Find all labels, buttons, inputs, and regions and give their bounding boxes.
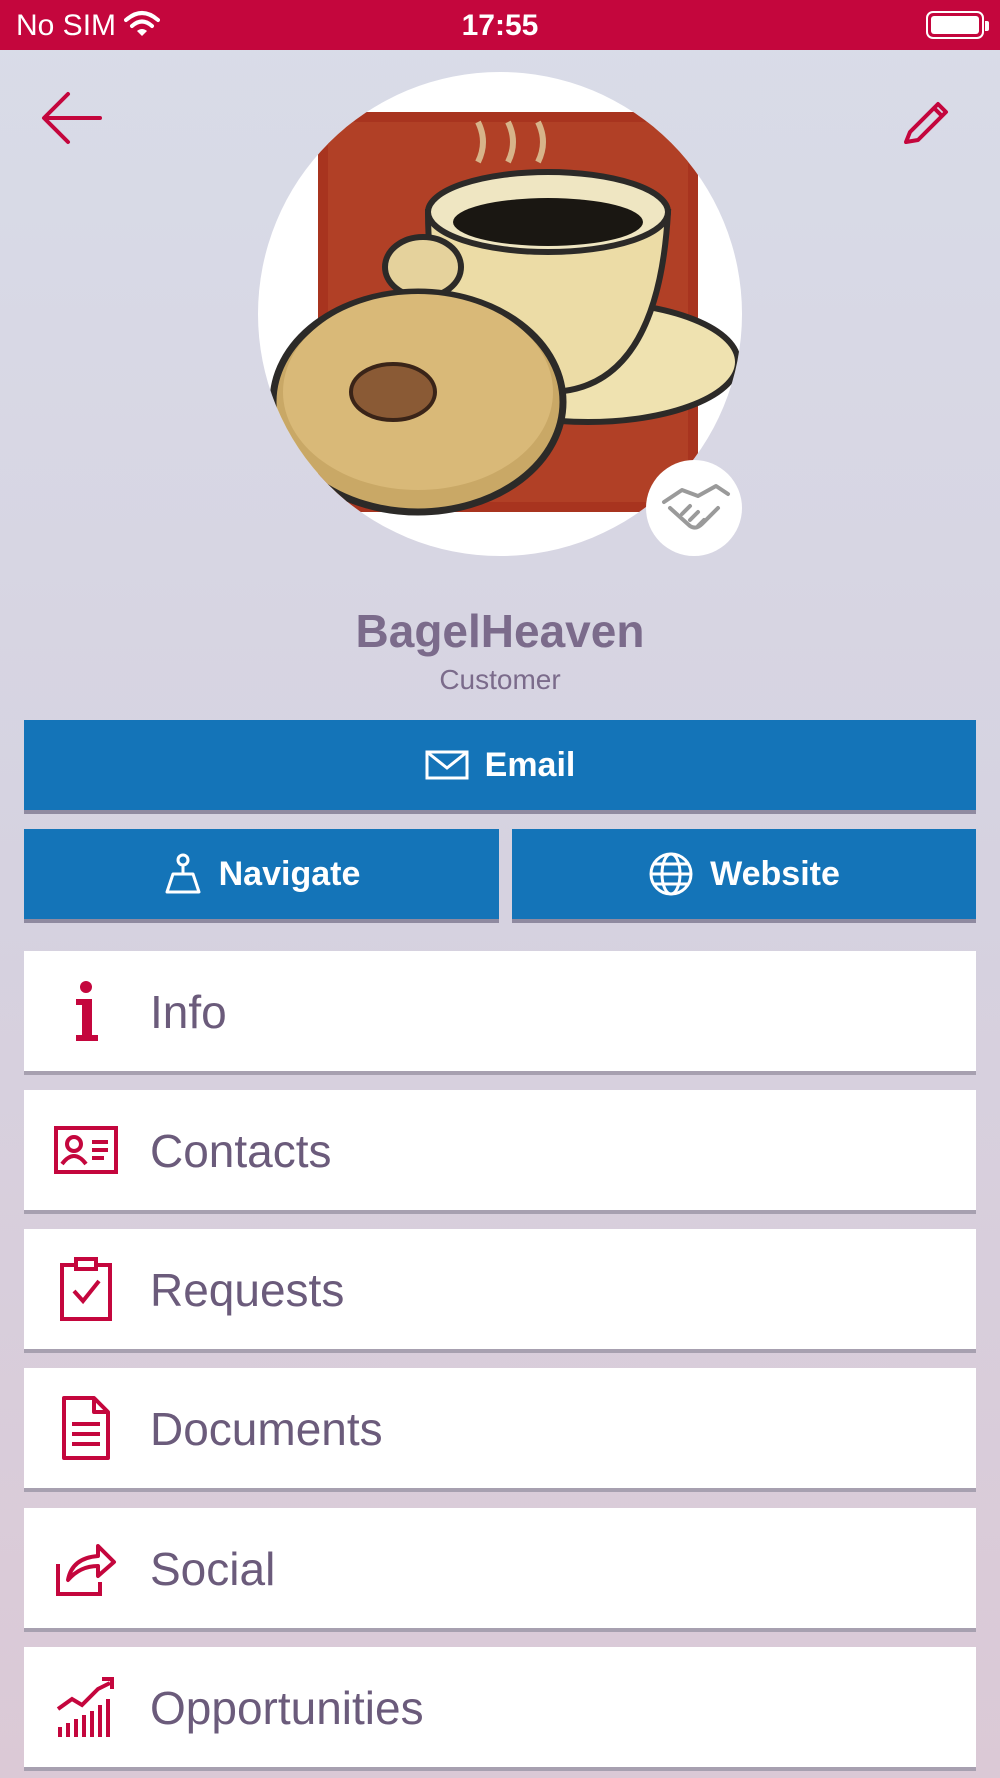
navigate-button-label: Navigate: [218, 854, 361, 893]
globe-icon: [649, 852, 693, 896]
navigate-button[interactable]: Navigate: [24, 829, 499, 919]
clipboard-check-icon: [60, 1257, 112, 1321]
menu-item-label: Documents: [150, 1403, 383, 1455]
battery-icon: [926, 11, 989, 39]
menu-item-contacts[interactable]: Contacts: [24, 1090, 976, 1210]
menu-item-label: Requests: [150, 1264, 345, 1316]
contact-card-icon: [54, 1126, 118, 1174]
menu-item-info[interactable]: Info: [24, 951, 976, 1071]
account-name: BagelHeaven: [355, 605, 645, 657]
menu-item-label: Info: [150, 986, 227, 1038]
email-button-label: Email: [484, 745, 576, 784]
pencil-icon[interactable]: [900, 92, 956, 148]
menu-item-label: Opportunities: [150, 1682, 424, 1734]
info-icon: [76, 981, 98, 1041]
menu-item-opportunities[interactable]: Opportunities: [24, 1647, 976, 1767]
share-icon: [56, 1544, 116, 1596]
growth-chart-icon: [56, 1677, 114, 1737]
account-type: Customer: [439, 664, 561, 695]
email-button[interactable]: Email: [24, 720, 976, 810]
status-bar: No SIM 17:55: [0, 0, 1000, 50]
document-icon: [62, 1396, 110, 1460]
handshake-icon: [646, 460, 742, 556]
clock: 17:55: [461, 9, 539, 42]
envelope-icon: [425, 750, 469, 780]
menu-item-documents[interactable]: Documents: [24, 1368, 976, 1488]
menu-item-label: Contacts: [150, 1125, 332, 1177]
website-button[interactable]: Website: [512, 829, 976, 919]
menu-item-label: Social: [150, 1543, 276, 1595]
arrow-left-icon[interactable]: [40, 88, 104, 148]
map-pin-icon: [165, 853, 201, 894]
menu-item-social[interactable]: Social: [24, 1508, 976, 1628]
menu-item-requests[interactable]: Requests: [24, 1229, 976, 1349]
website-button-label: Website: [710, 854, 840, 893]
